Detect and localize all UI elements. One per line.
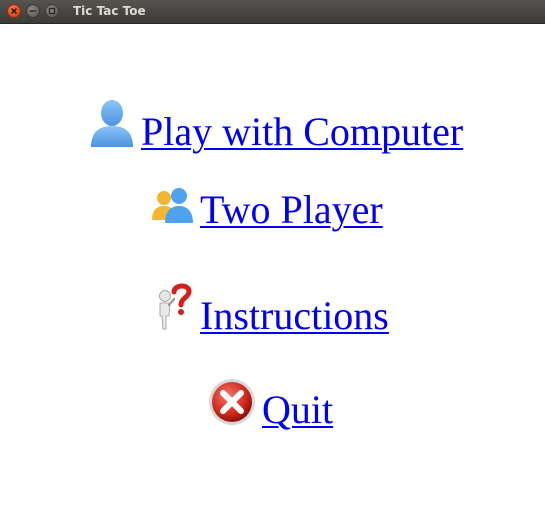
close-icon	[11, 8, 17, 14]
title-bar: Tic Tac Toe	[0, 0, 545, 24]
instructions-link[interactable]: Instructions	[152, 282, 389, 339]
quit-link[interactable]: Quit	[208, 378, 333, 433]
two-users-icon	[150, 186, 194, 231]
two-player-label: Two Player	[200, 187, 383, 232]
maximize-icon	[48, 7, 56, 15]
two-player-link[interactable]: Two Player	[150, 186, 383, 233]
play-with-computer-label: Play with Computer	[141, 109, 464, 154]
quit-label: Quit	[262, 387, 334, 432]
maximize-window-button[interactable]	[45, 4, 59, 18]
window-title: Tic Tac Toe	[73, 4, 146, 18]
instructions-label: Instructions	[200, 293, 389, 338]
quit-x-icon	[208, 378, 256, 431]
app-window: Tic Tac Toe Play with Computer Two Playe…	[0, 0, 545, 517]
question-person-icon	[152, 282, 194, 337]
single-user-icon	[89, 98, 135, 153]
play-with-computer-link[interactable]: Play with Computer	[89, 98, 463, 155]
minimize-window-button[interactable]	[26, 4, 40, 18]
close-window-button[interactable]	[7, 4, 21, 18]
minimize-icon	[29, 10, 37, 12]
